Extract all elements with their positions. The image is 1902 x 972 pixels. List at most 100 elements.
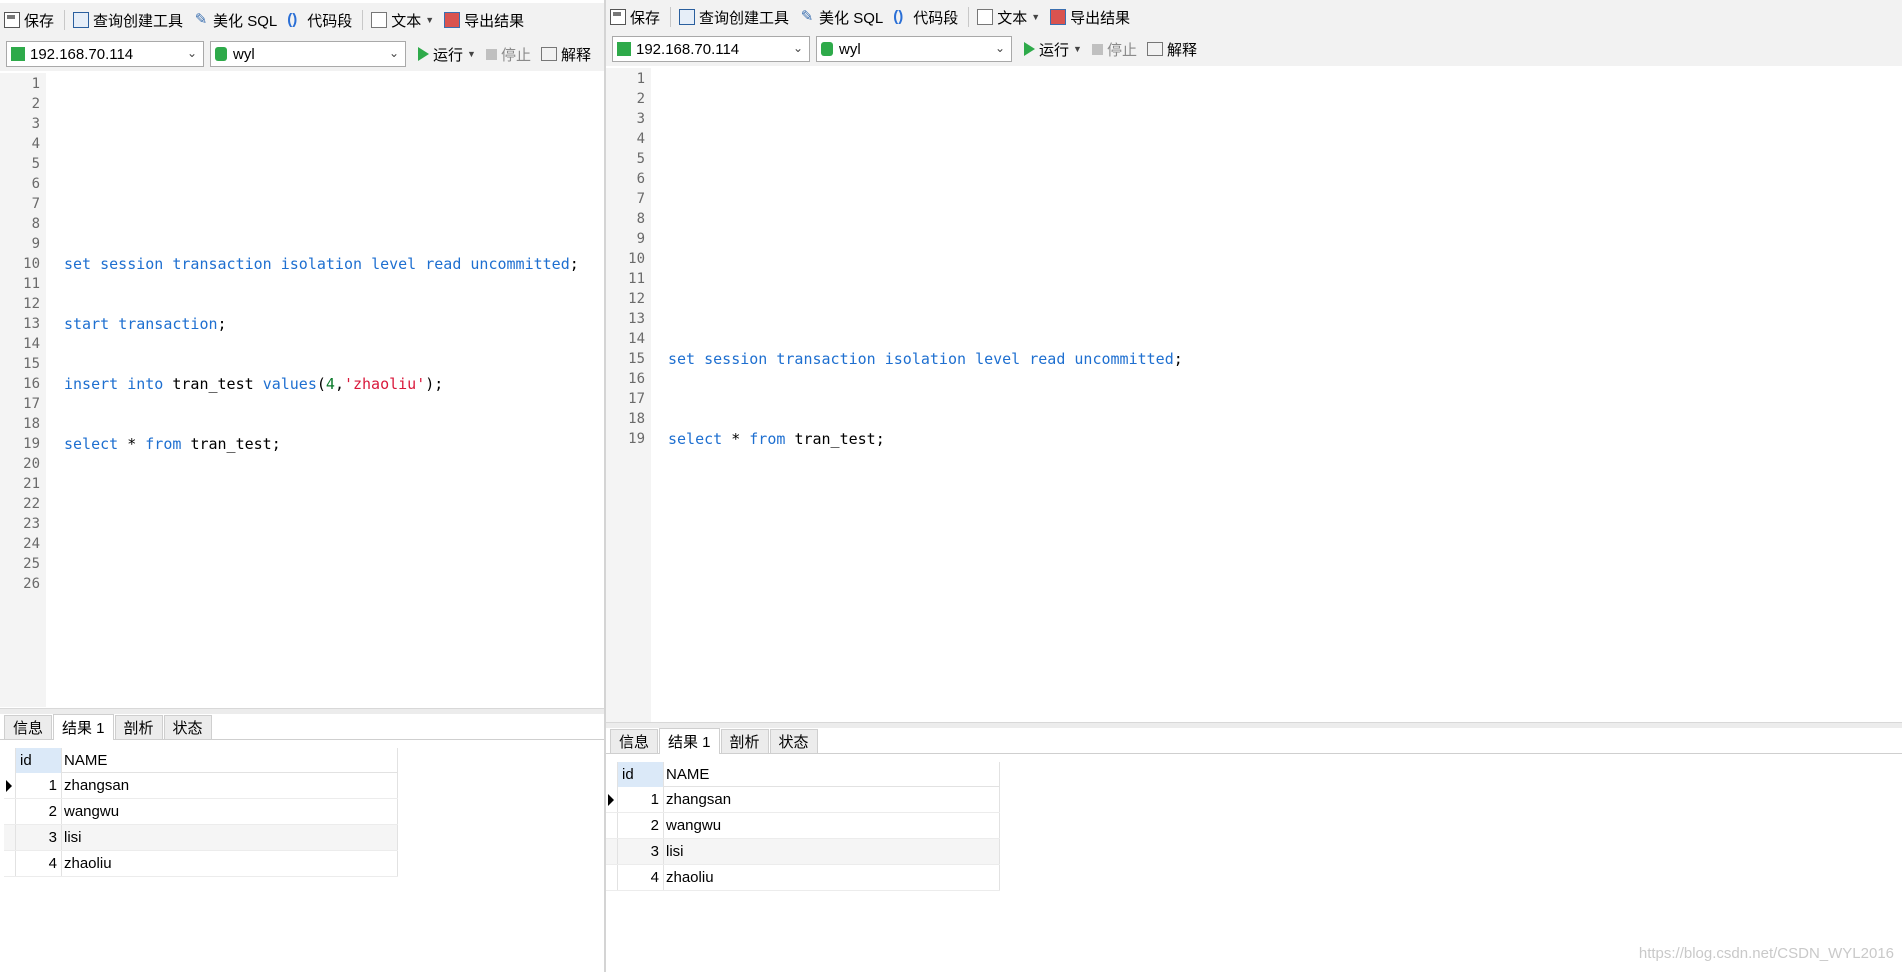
connection-select[interactable]: 192.168.70.114 ⌄	[612, 36, 810, 62]
column-header-id[interactable]: id	[16, 748, 62, 773]
sql-editor[interactable]: 1 2 3 4 5 6 7 8 9 10 11 12 13 14 15 16 17 18 19 set sessio…	[606, 68, 1902, 722]
line-number: 7	[636, 191, 645, 207]
result-grid: id NAME 1 zhangsan 2 wangwu 3 lisi 4 zhaoliu	[4, 748, 398, 877]
database-select[interactable]: wyl ⌄	[816, 36, 1012, 62]
tab-info[interactable]: 信息	[4, 715, 53, 739]
line-number: 22	[23, 496, 40, 512]
connection-bar: 192.168.70.114 ⌄ wyl ⌄ 运行 ▼ 停止 解释	[606, 32, 1902, 66]
connection-bar: 192.168.70.114 ⌄ wyl ⌄ 运行 ▼ 停止 解释	[0, 37, 604, 71]
save-icon	[4, 12, 20, 28]
run-button[interactable]: 运行 ▼	[1024, 39, 1082, 60]
save-icon	[610, 9, 626, 25]
line-number: 9	[636, 231, 645, 247]
column-header-name[interactable]: NAME	[664, 762, 1000, 787]
query-builder-button[interactable]: 查询创建工具	[73, 10, 183, 31]
tab-status[interactable]: 状态	[769, 729, 818, 753]
save-button[interactable]: 保存	[610, 7, 660, 28]
chevron-down-icon: ▼	[425, 15, 435, 25]
tab-info[interactable]: 信息	[610, 729, 659, 753]
beautify-icon: ✎	[800, 8, 814, 25]
line-number: 15	[628, 351, 645, 367]
toolbar-divider	[670, 7, 672, 27]
beautify-sql-button[interactable]: ✎ 美化 SQL	[193, 10, 277, 31]
line-number: 17	[628, 391, 645, 407]
export-icon	[1050, 9, 1067, 25]
line-number-gutter: 1 2 3 4 5 6 7 8 9 10 11 12 13 14 15 16 17 18 19 20 21 22 23 24 2…	[0, 73, 46, 707]
line-number: 21	[23, 476, 40, 492]
line-number: 12	[23, 296, 40, 312]
result-tabs: 信息 结果 1 剖析 状态	[606, 728, 1902, 754]
line-number: 10	[23, 256, 40, 272]
tab-result-1[interactable]: 结果 1	[659, 728, 720, 754]
table-row[interactable]: 4 zhaoliu	[4, 851, 398, 877]
left-query-window: 保存 查询创建工具 ✎ 美化 SQL () 代码段 文本 ▼ 导出结果 192.168…	[0, 0, 606, 972]
code-line-13: start transaction;	[64, 315, 227, 333]
line-number: 11	[23, 276, 40, 292]
column-header-id[interactable]: id	[618, 762, 664, 787]
database-icon	[821, 42, 833, 56]
toolbar-divider	[64, 10, 66, 30]
stop-button[interactable]: 停止	[485, 44, 531, 65]
tab-status[interactable]: 状态	[163, 715, 212, 739]
line-number: 2	[31, 96, 40, 112]
export-results-button[interactable]: 导出结果	[1050, 7, 1130, 28]
text-icon	[371, 12, 388, 28]
column-header-name[interactable]: NAME	[62, 748, 398, 773]
snippet-icon: ()	[893, 8, 904, 25]
table-row[interactable]: 2 wangwu	[4, 799, 398, 825]
screenshot: 保存 查询创建工具 ✎ 美化 SQL () 代码段 文本 ▼ 导出结果 192.168…	[0, 0, 1902, 972]
line-number: 5	[31, 156, 40, 172]
stop-icon	[1091, 43, 1103, 55]
line-number: 24	[23, 536, 40, 552]
table-row[interactable]: 2 wangwu	[606, 813, 1000, 839]
text-button[interactable]: 文本 ▼	[977, 7, 1040, 28]
sql-editor[interactable]: 1 2 3 4 5 6 7 8 9 10 11 12 13 14 15 16 17 18 19 20 21 22 23 24 2…	[0, 73, 604, 707]
explain-icon	[1146, 42, 1163, 56]
explain-button[interactable]: 解释	[1146, 39, 1197, 60]
export-icon	[444, 12, 461, 28]
query-builder-button[interactable]: 查询创建工具	[679, 7, 789, 28]
chevron-down-icon: ⌄	[792, 41, 803, 55]
beautify-icon: ✎	[194, 11, 208, 28]
connection-icon	[617, 42, 631, 56]
table-row[interactable]: 4 zhaoliu	[606, 865, 1000, 891]
result-tabs: 信息 结果 1 剖析 状态	[0, 714, 604, 740]
query-toolbar: 保存 查询创建工具 ✎ 美化 SQL () 代码段 文本 ▼ 导出结果	[606, 0, 1902, 34]
line-number: 6	[31, 176, 40, 192]
table-row[interactable]: 1 zhangsan	[606, 787, 1000, 813]
explain-button[interactable]: 解释	[540, 44, 591, 65]
table-row[interactable]: 1 zhangsan	[4, 773, 398, 799]
result-grid: id NAME 1 zhangsan 2 wangwu 3 lisi 4 zhaoliu	[606, 762, 1000, 891]
code-snippet-button[interactable]: () 代码段	[287, 10, 352, 31]
stop-button[interactable]: 停止	[1091, 39, 1137, 60]
line-number: 14	[23, 336, 40, 352]
tab-profile[interactable]: 剖析	[720, 729, 769, 753]
code-line-19: select * from tran_test;	[668, 430, 885, 448]
line-number: 2	[636, 91, 645, 107]
line-number: 25	[23, 556, 40, 572]
export-results-button[interactable]: 导出结果	[444, 10, 524, 31]
query-builder-icon	[679, 9, 696, 25]
line-number: 15	[23, 356, 40, 372]
chevron-down-icon: ⌄	[994, 41, 1005, 55]
chevron-down-icon: ▼	[1031, 12, 1041, 22]
code-line-10: set session transaction isolation level …	[64, 255, 579, 273]
text-button[interactable]: 文本 ▼	[371, 10, 434, 31]
save-button[interactable]: 保存	[4, 10, 54, 31]
database-select[interactable]: wyl ⌄	[210, 41, 406, 67]
snippet-icon: ()	[287, 11, 298, 28]
tab-result-1[interactable]: 结果 1	[53, 714, 114, 740]
table-row[interactable]: 3 lisi	[4, 825, 398, 851]
line-number: 1	[31, 76, 40, 92]
line-number: 7	[31, 196, 40, 212]
tab-profile[interactable]: 剖析	[114, 715, 163, 739]
line-number: 3	[636, 111, 645, 127]
code-snippet-button[interactable]: () 代码段	[893, 7, 958, 28]
run-icon	[418, 47, 429, 61]
line-number: 6	[636, 171, 645, 187]
table-row[interactable]: 3 lisi	[606, 839, 1000, 865]
run-button[interactable]: 运行 ▼	[418, 44, 476, 65]
grid-header: id NAME	[4, 748, 398, 773]
beautify-sql-button[interactable]: ✎ 美化 SQL	[799, 7, 883, 28]
connection-select[interactable]: 192.168.70.114 ⌄	[6, 41, 204, 67]
